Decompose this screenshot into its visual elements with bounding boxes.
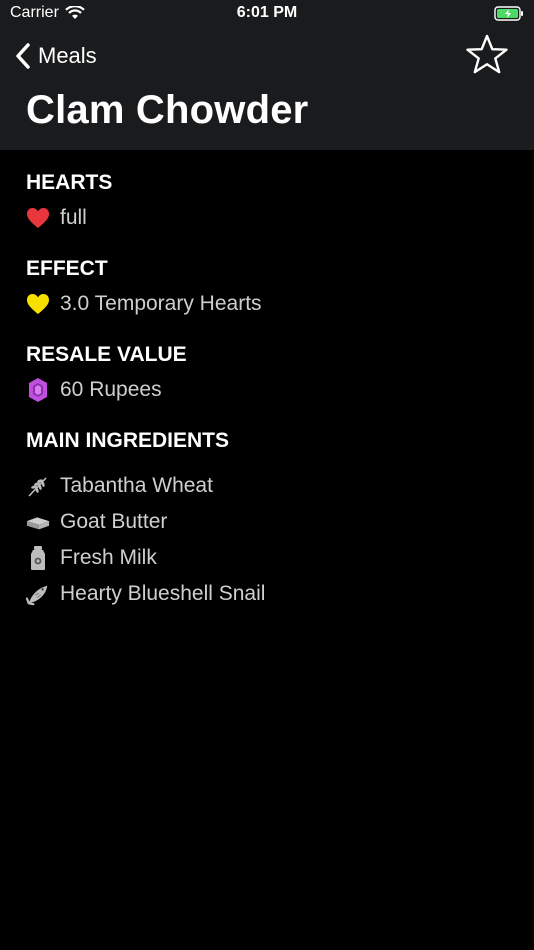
list-item: Fresh Milk <box>26 540 506 576</box>
list-item: Hearty Blueshell Snail <box>26 576 506 612</box>
header: Carrier 6:01 PM Meals Clam Chowder <box>0 0 534 150</box>
ingredient-label: Hearty Blueshell Snail <box>60 582 266 605</box>
ingredient-label: Tabantha Wheat <box>60 474 213 497</box>
wheat-icon <box>26 474 50 498</box>
favorite-star-icon[interactable] <box>466 34 508 76</box>
milk-icon <box>26 546 50 570</box>
yellow-heart-icon <box>26 292 50 316</box>
ingredients-list: Tabantha Wheat Goat Butter Fresh Milk He… <box>26 468 506 612</box>
resale-row: 60 Rupees <box>26 372 506 408</box>
rupee-icon <box>26 378 50 402</box>
meal-details: HEARTS full EFFECT 3.0 Temporary Hearts … <box>26 150 506 612</box>
fish-icon <box>26 582 50 606</box>
section-title-resale: RESALE VALUE <box>26 343 187 366</box>
effect-value: 3.0 Temporary Hearts <box>60 292 262 315</box>
status-bar: Carrier 6:01 PM <box>0 0 534 28</box>
section-title-effect: EFFECT <box>26 257 108 280</box>
section-title-ingredients: MAIN INGREDIENTS <box>26 429 230 452</box>
battery-icon <box>494 6 523 21</box>
butter-icon <box>26 510 50 534</box>
list-item: Tabantha Wheat <box>26 468 506 504</box>
navigation-bar: Meals <box>0 34 534 78</box>
resale-value: 60 Rupees <box>60 378 162 401</box>
hearts-row: full <box>26 200 506 236</box>
section-title-hearts: HEARTS <box>26 171 113 194</box>
status-time: 6:01 PM <box>236 4 298 21</box>
chevron-left-icon <box>16 43 30 69</box>
heart-icon <box>26 206 50 230</box>
page-title: Clam Chowder <box>26 88 309 132</box>
back-button-label: Meals <box>38 43 97 68</box>
ingredient-label: Goat Butter <box>60 510 168 533</box>
ingredient-label: Fresh Milk <box>60 546 157 569</box>
hearts-value: full <box>60 206 87 229</box>
effect-row: 3.0 Temporary Hearts <box>26 286 506 322</box>
back-button[interactable]: Meals <box>14 38 97 74</box>
list-item: Goat Butter <box>26 504 506 540</box>
